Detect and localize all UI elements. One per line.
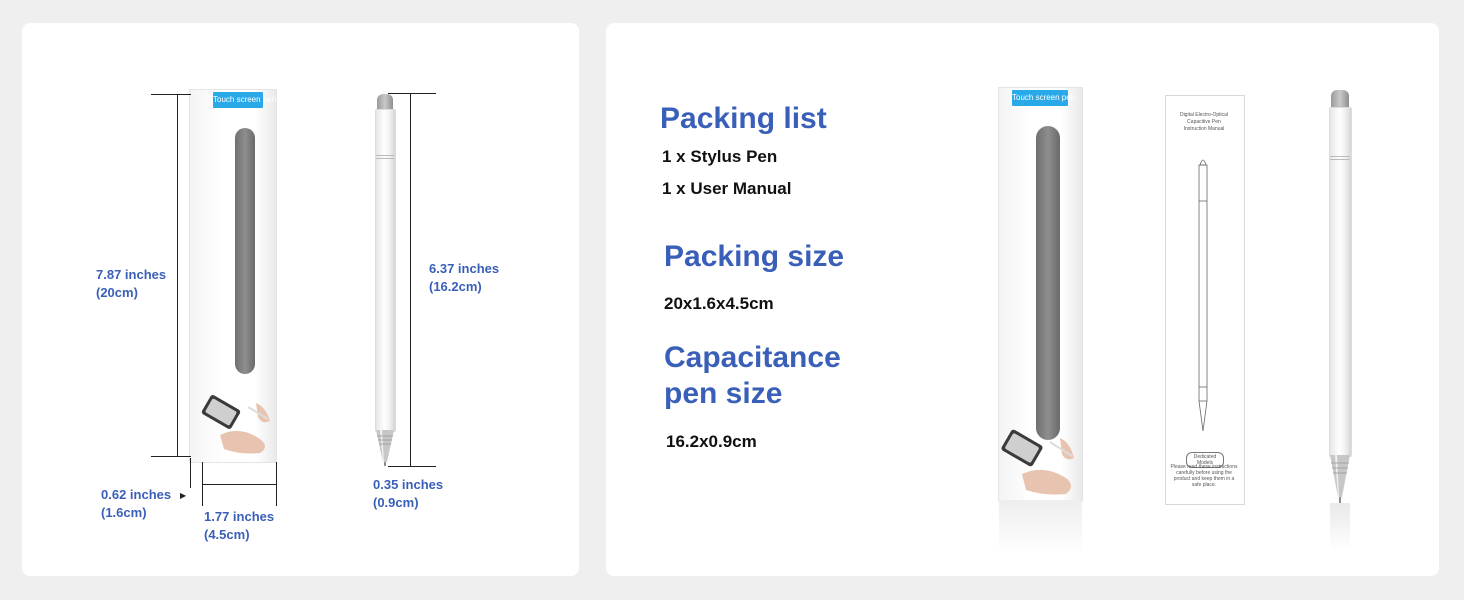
box-label: Touch screen pen [213, 92, 276, 108]
box-width-cm: (4.5cm) [204, 527, 250, 542]
pen-length-inches: 6.37 inches [429, 261, 500, 276]
packing-size-title: Packing size [664, 240, 845, 273]
box-pen-window [235, 128, 255, 374]
pen-metal-tip [1330, 455, 1350, 503]
hand-phone-illustration [1001, 429, 1074, 495]
pen-metal-tip [376, 430, 394, 466]
pen-reflection [1330, 503, 1350, 551]
dim-line [190, 458, 191, 488]
box-height-inches: 7.87 inches [96, 267, 167, 282]
box-reflection [999, 500, 1082, 555]
arrow-right-icon: ▶ [180, 491, 187, 500]
pen-length-cm: (16.2cm) [429, 279, 482, 294]
pen-band [376, 155, 394, 156]
dim-line [151, 94, 191, 95]
packing-list-title: Packing list [660, 102, 827, 135]
manual-note: Please read these instructions carefully… [1170, 464, 1238, 488]
packing-size-value: 20x1.6x4.5cm [664, 294, 774, 313]
pen-size-value: 16.2x0.9cm [666, 432, 757, 451]
dim-line [276, 462, 277, 506]
packing-list-item: 1 x User Manual [662, 179, 792, 198]
box-label: Touch screen pen [1012, 90, 1075, 106]
dim-line [151, 456, 191, 457]
pen-size-title-line1: Capacitance [664, 341, 841, 374]
pen-line-drawing [1198, 159, 1208, 432]
manual-title-line: Capacitive Pen [1187, 119, 1221, 125]
pen-diameter-inches: 0.35 inches [373, 477, 444, 492]
dim-line [202, 484, 276, 485]
pen-cap-tip [377, 94, 393, 110]
dim-line [388, 466, 436, 467]
pen-diameter-cm: (0.9cm) [373, 495, 419, 510]
dim-line [388, 93, 436, 94]
box-width-inches: 1.77 inches [204, 509, 275, 524]
pen-band [1330, 156, 1350, 157]
hand-phone-illustration [201, 395, 270, 454]
manual-title-line: Digital Electro-Optical [1179, 112, 1229, 118]
pen-band [376, 158, 394, 159]
pen-cap-tip [1331, 90, 1349, 108]
pen-band [1330, 159, 1350, 160]
dim-line [410, 93, 411, 466]
box-depth-inches: 0.62 inches [101, 487, 172, 502]
manual-title-line: Instruction Manual [1183, 126, 1225, 132]
dim-line [177, 94, 178, 456]
box-height-cm: (20cm) [96, 285, 138, 300]
pen-size-title-line2: pen size [664, 377, 783, 410]
box-pen-window [1036, 126, 1060, 440]
box-depth-cm: (1.6cm) [101, 505, 147, 520]
packing-list-item: 1 x Stylus Pen [662, 147, 778, 166]
